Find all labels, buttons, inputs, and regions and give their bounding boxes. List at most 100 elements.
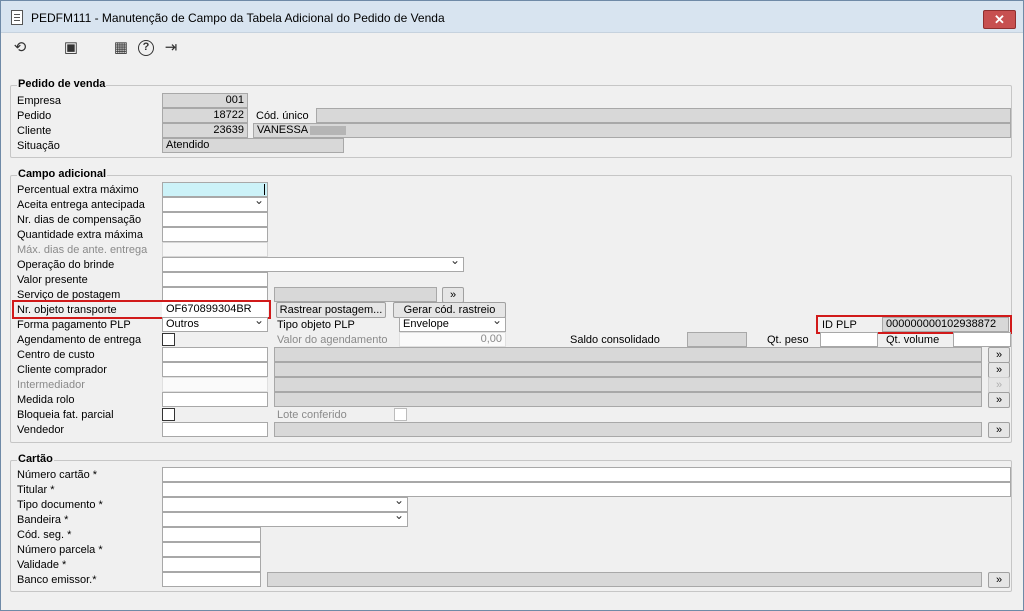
tipo-obj-label: Tipo objeto PLP (277, 319, 355, 331)
centro-desc-field (274, 347, 982, 362)
saldo-field (687, 332, 747, 347)
lote-label: Lote conferido (277, 409, 347, 421)
gerar-button[interactable]: Gerar cód. rastreio (393, 302, 506, 318)
medida-desc-field (274, 392, 982, 407)
bloqueia-label: Bloqueia fat. parcial (17, 409, 114, 421)
text-cursor (264, 184, 265, 195)
valor-agend-field: 0,00 (399, 332, 506, 347)
vendedor-lookup-button[interactable]: » (988, 422, 1010, 438)
banco-desc-field (267, 572, 982, 587)
max-dias-input (162, 242, 268, 257)
vendedor-label: Vendedor (17, 424, 65, 436)
forma-pag-select[interactable]: Outros (162, 317, 268, 332)
aceita-select[interactable] (162, 197, 268, 212)
pedido-label: Pedido (17, 110, 52, 122)
nr-dias-label: Nr. dias de compensação (17, 214, 142, 226)
situacao-field: Atendido (162, 138, 344, 153)
save-icon[interactable]: ▣ (62, 39, 80, 57)
quantidade-label: Quantidade extra máxima (17, 229, 143, 241)
nr-dias-input[interactable] (162, 212, 268, 227)
bandeira-select[interactable] (162, 512, 408, 527)
centro-lookup-button[interactable]: » (988, 347, 1010, 363)
titular-label: Titular * (17, 484, 55, 496)
bloqueia-checkbox[interactable] (162, 408, 175, 421)
medida-lookup-button[interactable]: » (988, 392, 1010, 408)
cliente-comp-input[interactable] (162, 362, 268, 377)
parcela-label: Número parcela * (17, 544, 103, 556)
intermediador-lookup-button: » (988, 377, 1010, 393)
centro-code-input[interactable] (162, 347, 268, 362)
situacao-label: Situação (17, 140, 60, 152)
validade-input[interactable] (162, 557, 261, 572)
operacao-label: Operação do brinde (17, 259, 115, 271)
cliente-comp-label: Cliente comprador (17, 364, 107, 376)
close-button[interactable]: ✕ (983, 10, 1016, 29)
empresa-field: 001 (162, 93, 248, 108)
parcela-input[interactable] (162, 542, 261, 557)
campo-group-title: Campo adicional (17, 168, 108, 180)
lote-checkbox (394, 408, 407, 421)
operacao-select[interactable] (162, 257, 464, 272)
pedido-field: 18722 (162, 108, 248, 123)
saldo-label: Saldo consolidado (570, 334, 660, 346)
cliente-name: VANESSA (257, 124, 309, 136)
servico-lookup-button[interactable]: » (442, 287, 464, 303)
intermediador-label: Intermediador (17, 379, 85, 391)
cod-unico-field (316, 108, 1011, 123)
help-icon[interactable]: ? (138, 40, 154, 56)
servico-desc-field (274, 287, 437, 302)
cartao-group-title: Cartão (17, 453, 54, 465)
quantidade-input[interactable] (162, 227, 268, 242)
banco-label: Banco emissor.* (17, 574, 97, 586)
valor-presente-label: Valor presente (17, 274, 88, 286)
cliente-name-field: VANESSA (253, 123, 1011, 138)
cod-unico-label: Cód. único (256, 110, 309, 122)
valor-presente-input[interactable] (162, 272, 268, 287)
bandeira-label: Bandeira * (17, 514, 69, 526)
title-bar: PEDFM111 - Manutenção de Campo da Tabela… (1, 1, 1023, 33)
cod-seg-input[interactable] (162, 527, 261, 542)
calendar-icon[interactable]: ▦ (112, 39, 130, 57)
intermediador-input (162, 377, 268, 392)
centro-label: Centro de custo (17, 349, 95, 361)
qt-peso-input[interactable] (820, 332, 878, 347)
vendedor-input[interactable] (162, 422, 268, 437)
application-window: PEDFM111 - Manutenção de Campo da Tabela… (0, 0, 1024, 611)
valor-agend-label: Valor do agendamento (277, 334, 388, 346)
titular-input[interactable] (162, 482, 1011, 497)
banco-code-input[interactable] (162, 572, 261, 587)
refresh-icon[interactable]: ⟲ (11, 39, 29, 57)
agendamento-checkbox[interactable] (162, 333, 175, 346)
medida-label: Medida rolo (17, 394, 75, 406)
cliente-comp-desc-field (274, 362, 982, 377)
qt-peso-label: Qt. peso (767, 334, 809, 346)
pedido-group-title: Pedido de venda (17, 78, 107, 90)
exit-icon[interactable]: ⇥ (162, 39, 180, 57)
agendamento-label: Agendamento de entrega (17, 334, 142, 346)
intermediador-desc-field (274, 377, 982, 392)
banco-lookup-button[interactable]: » (988, 572, 1010, 588)
cliente-comp-lookup-button[interactable]: » (988, 362, 1010, 378)
tipo-doc-label: Tipo documento * (17, 499, 103, 511)
percentual-input[interactable] (162, 182, 268, 197)
validade-label: Validade * (17, 559, 67, 571)
numero-cartao-input[interactable] (162, 467, 1011, 482)
cliente-code-field: 23639 (162, 123, 248, 138)
forma-pag-label: Forma pagamento PLP (17, 319, 131, 331)
medida-input[interactable] (162, 392, 268, 407)
cliente-label: Cliente (17, 125, 52, 137)
aceita-label: Aceita entrega antecipada (17, 199, 145, 211)
rastrear-button[interactable]: Rastrear postagem... (276, 302, 386, 318)
percentual-label: Percentual extra máximo (17, 184, 139, 196)
qt-volume-input[interactable] (953, 332, 1011, 347)
qt-volume-label: Qt. volume (886, 334, 940, 346)
vendedor-desc-field (274, 422, 982, 437)
empresa-label: Empresa (17, 95, 62, 107)
document-icon (11, 10, 23, 25)
numero-cartao-label: Número cartão * (17, 469, 98, 481)
cod-seg-label: Cód. seg. * (17, 529, 72, 541)
tipo-doc-select[interactable] (162, 497, 408, 512)
max-dias-label: Máx. dias de ante. entrega (17, 244, 148, 256)
window-title: PEDFM111 - Manutenção de Campo da Tabela… (31, 11, 445, 25)
tipo-obj-select[interactable]: Envelope (399, 317, 506, 332)
